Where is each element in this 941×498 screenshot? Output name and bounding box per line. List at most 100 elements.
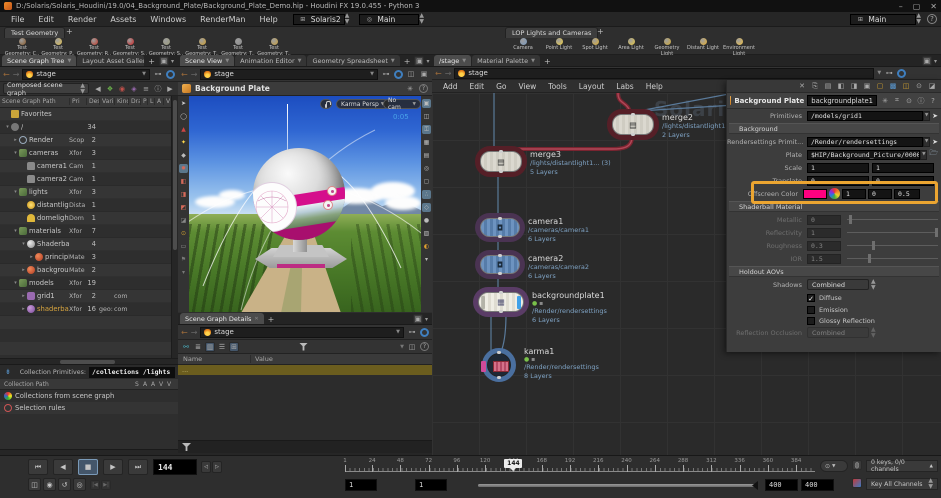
pin-icon[interactable]: ⊶	[407, 327, 417, 337]
desktop-spinner[interactable]: ▲ ▼	[345, 13, 350, 25]
play-button[interactable]: ▶	[103, 459, 123, 475]
expand-arrow-icon[interactable]: ▸	[28, 254, 35, 260]
column-header-scenegraphpath[interactable]: Scene Graph Path	[0, 98, 69, 105]
zoom-icon[interactable]: ⊙	[904, 96, 914, 106]
tab-scene-graph-details[interactable]: Scene Graph Details ✕	[180, 313, 264, 324]
play-icon[interactable]: ▶	[165, 84, 175, 94]
maximize-button[interactable]: ▢	[913, 2, 921, 11]
back-button[interactable]: ←	[181, 328, 188, 337]
match-node-icon[interactable]: ⌗	[892, 96, 902, 106]
move-tool-icon[interactable]: ▲	[179, 125, 188, 134]
color-r-field[interactable]: 1	[842, 188, 866, 199]
light-tool-icon[interactable]: ✹	[179, 164, 188, 173]
expand-arrow-icon[interactable]: ▾	[12, 189, 19, 195]
close-button[interactable]: ✕	[930, 2, 937, 11]
pick-prim-icon[interactable]: ➤	[932, 112, 938, 120]
shelf-tool-distant-light[interactable]: Distant Light	[685, 38, 721, 55]
gallery-d-icon[interactable]: ◫	[901, 81, 911, 91]
snapshot-icon[interactable]: ◫	[422, 112, 431, 121]
param-value-x[interactable]: 1	[807, 162, 869, 173]
shelf-tab-1[interactable]: Test Geometry	[4, 27, 66, 38]
details-path-field[interactable]: stage ▼	[200, 326, 404, 338]
color-swatch[interactable]	[803, 188, 827, 199]
expand-arrow-icon[interactable]: ▾	[12, 280, 19, 286]
forward-button[interactable]: →	[445, 69, 452, 78]
param-slider[interactable]	[847, 241, 938, 250]
back-button[interactable]: ←	[181, 70, 188, 79]
pane-menu-icon[interactable]: ▾	[171, 58, 174, 65]
lock-camera-icon[interactable]: ⚿	[422, 125, 431, 134]
measure-icon[interactable]: ▭	[179, 242, 188, 251]
shelf-tool-test-geometry-s-[interactable]: Test Geometry: S..	[112, 38, 148, 56]
gear-icon[interactable]: ✳	[405, 84, 415, 94]
node-flag[interactable]	[481, 361, 486, 372]
select-edges-icon[interactable]: ◩	[179, 203, 188, 212]
param-slider[interactable]	[847, 254, 938, 263]
param-dropdown[interactable]: Combined	[807, 327, 869, 338]
tree-row-background[interactable]: ▸ backgroundMate 2	[0, 264, 171, 277]
help-icon[interactable]: ?	[419, 83, 428, 93]
shelf-tool-geometry-light[interactable]: Geometry Light	[649, 38, 685, 56]
node-name-field[interactable]: backgroundplate1	[807, 95, 877, 106]
expand-arrow-icon[interactable]: ▸	[20, 267, 27, 273]
param-slider[interactable]	[847, 228, 939, 237]
path-dropdown-icon[interactable]: ▼	[877, 70, 881, 76]
tree-row-camera1[interactable]: camera1 Cam 1	[0, 160, 171, 173]
pin-icon[interactable]: ⊶	[381, 69, 391, 79]
pane-menu-icon[interactable]: ▾	[426, 58, 429, 65]
menu-edit[interactable]: Edit	[31, 15, 61, 24]
column-view-icon[interactable]: ▥	[205, 341, 215, 352]
tree-row-principledsh[interactable]: ▸ principledshMate 3	[0, 251, 171, 264]
list-view-icon[interactable]: ≣	[193, 342, 203, 352]
tree-row-favorites[interactable]: Favorites	[0, 108, 171, 121]
tab-scene-view[interactable]: Scene View ▼	[180, 55, 235, 66]
variant-icon[interactable]: ◈	[129, 84, 139, 94]
sgt-path-field[interactable]: stage ▼	[22, 68, 150, 80]
step-forward-button[interactable]: ▷	[212, 461, 222, 473]
file-chooser-icon[interactable]: 🗁	[929, 149, 938, 160]
spreadsheet-icon[interactable]: ▤	[823, 81, 833, 91]
gear-icon[interactable]: ✳	[880, 96, 890, 106]
help-button[interactable]: ?	[927, 14, 937, 24]
realtime-toggle-icon[interactable]: ◫	[28, 478, 41, 491]
select-objects-icon[interactable]: ◧	[179, 177, 188, 186]
menu-render[interactable]: Render	[61, 15, 103, 24]
display-textures-icon[interactable]: ▨	[422, 229, 431, 238]
expand-arrow-icon[interactable]: ▸	[20, 306, 27, 312]
reference-icon[interactable]: ❖	[105, 84, 115, 94]
tab-material-palette[interactable]: Material Palette ▼	[472, 55, 540, 66]
tab-scene-graph-tree[interactable]: Scene Graph Tree ▼	[2, 55, 77, 66]
playback-start-field[interactable]: 1	[415, 479, 447, 491]
param-dropdown[interactable]: Combined	[807, 279, 869, 290]
shelf-tool-test-geometry-t-[interactable]: Test Geometry: T..	[220, 38, 256, 56]
shelf-add-tab-button[interactable]: +	[597, 27, 604, 36]
keyframe-scope-icon[interactable]: ⟬⟭	[852, 460, 862, 470]
shelf-tool-test-geometry-c-[interactable]: Test Geometry: C..	[4, 38, 40, 56]
shelf-tool-point-light[interactable]: Point Light	[541, 38, 577, 55]
key-mode-dropdown[interactable]: Key All Channels ▲ ▼	[866, 478, 938, 490]
color-g-field[interactable]: 0	[868, 188, 892, 199]
tree-row-camera2[interactable]: camera2 Cam 1	[0, 173, 171, 186]
collection-row-collections-from-scene-graph[interactable]: Collections from scene graph	[0, 390, 178, 402]
network-menu-view[interactable]: View	[513, 82, 541, 91]
column-header-p[interactable]: P	[140, 98, 147, 105]
checkbox-diffuse[interactable]: ✓	[807, 293, 815, 303]
shelf-tool-test-geometry-t-[interactable]: Test Geometry: T..	[184, 38, 220, 56]
dropdown-button[interactable]: ▼	[923, 110, 931, 121]
shelf-tool-environment-light[interactable]: Environment Light	[721, 38, 757, 56]
node-bypass-flag[interactable]	[481, 296, 485, 309]
param-value-field[interactable]: 1	[807, 227, 841, 238]
range-start-field[interactable]: 1	[345, 479, 377, 491]
tree-row-distantlight1[interactable]: distantlight1Dista 1	[0, 199, 171, 212]
right-main-selector[interactable]: ⊞ Main	[850, 13, 917, 25]
radial-menu-icon[interactable]	[394, 69, 403, 79]
sgt-mode-dropdown[interactable]: Composed scene graph ▲ ▼	[3, 81, 89, 97]
filter-sliders-icon[interactable]: ≡	[141, 84, 151, 94]
gallery-a-icon[interactable]: ▣	[862, 81, 872, 91]
pane-menu-icon[interactable]: ▾	[425, 316, 428, 323]
tree-row-models[interactable]: ▾ models Xfor 19	[0, 277, 171, 290]
range-end-field[interactable]: 400	[801, 479, 834, 491]
network-menu-layout[interactable]: Layout	[574, 82, 610, 91]
section-shaderball-material[interactable]: Shaderball Material	[729, 201, 939, 212]
playback-end-field[interactable]: 400	[765, 479, 798, 491]
